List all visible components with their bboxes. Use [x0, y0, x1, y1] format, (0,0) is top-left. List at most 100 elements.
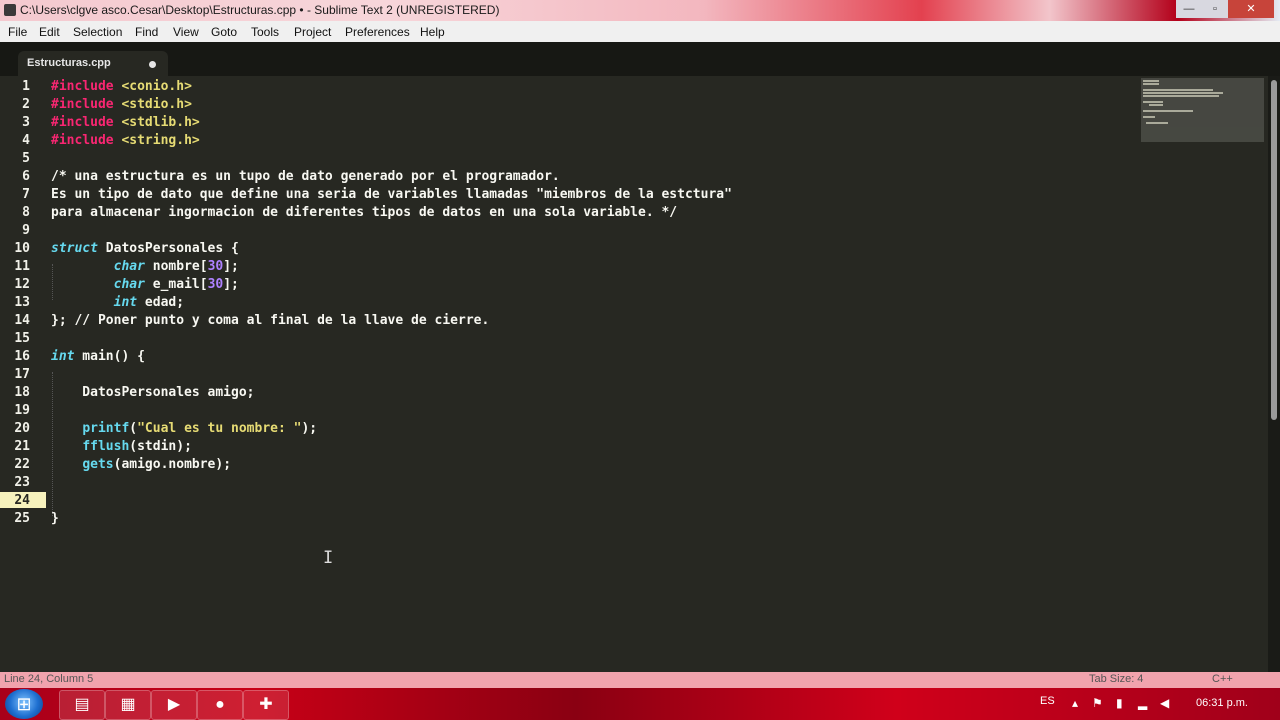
tray-arrow-icon[interactable]: ▴ [1072, 696, 1078, 710]
text-cursor-icon: I [323, 548, 334, 568]
menu-edit[interactable]: Edit [39, 25, 60, 39]
minimap-line [1143, 101, 1163, 103]
code-token: char [113, 259, 145, 274]
code-line[interactable]: #include <stdio.h> [51, 97, 192, 112]
minimap-line [1143, 110, 1193, 112]
code-token: #include [51, 115, 122, 130]
minimap-line [1143, 80, 1159, 82]
code-token: /* una estructura es un tupo de dato gen… [51, 169, 560, 184]
minimize-button[interactable]: — [1176, 0, 1202, 18]
tab-size-selector[interactable]: Tab Size: 4 [1089, 673, 1143, 685]
line-number: 3 [22, 115, 30, 130]
code-line[interactable]: char nombre[30]; [51, 259, 239, 274]
volume-icon[interactable]: ◀ [1160, 696, 1169, 710]
code-line[interactable]: int main() { [51, 349, 145, 364]
line-number: 23 [14, 475, 30, 490]
menu-preferences[interactable]: Preferences [345, 25, 410, 39]
code-token: ]; [223, 277, 239, 292]
menu-bar: File Edit Selection Find View Goto Tools… [0, 21, 1280, 42]
code-token: para almacenar ingormacion de diferentes… [51, 205, 678, 220]
menu-help[interactable]: Help [420, 25, 445, 39]
line-number: 19 [14, 403, 30, 418]
minimap-line [1146, 122, 1168, 124]
title-bar: C:\Users\clgve asco.Cesar\Desktop\Estruc… [0, 0, 1280, 21]
line-number: 14 [14, 313, 30, 328]
tab-bar: Estructuras.cpp [0, 42, 1280, 76]
code-token: "Cual es tu nombre: " [137, 421, 302, 436]
code-token: char [113, 277, 145, 292]
camtasia-app[interactable]: ✚ [243, 690, 289, 720]
code-line[interactable]: struct DatosPersonales { [51, 241, 239, 256]
line-number: 20 [14, 421, 30, 436]
modified-dot-icon[interactable] [149, 61, 156, 68]
code-line[interactable]: gets(amigo.nombre); [51, 457, 231, 472]
line-number: 11 [14, 259, 30, 274]
code-token: (stdin); [129, 439, 192, 454]
menu-tools[interactable]: Tools [251, 25, 279, 39]
status-bar: Line 24, Column 5 Tab Size: 4 C++ [0, 672, 1280, 688]
code-token: ); [301, 421, 318, 436]
code-line[interactable]: para almacenar ingormacion de diferentes… [51, 205, 677, 220]
code-line[interactable]: }; // Poner punto y coma al final de la … [51, 313, 489, 328]
code-line[interactable]: int edad; [51, 295, 184, 310]
code-line[interactable]: /* una estructura es un tupo de dato gen… [51, 169, 560, 184]
line-number: 7 [22, 187, 30, 202]
line-number: 17 [14, 367, 30, 382]
start-button[interactable]: ⊞ [5, 689, 43, 719]
menu-file[interactable]: File [8, 25, 27, 39]
code-token: int [113, 295, 138, 310]
code-token: #include [51, 97, 122, 112]
firefox-app[interactable]: ● [197, 690, 243, 720]
menu-view[interactable]: View [173, 25, 199, 39]
menu-find[interactable]: Find [135, 25, 158, 39]
line-number: 1 [22, 79, 30, 94]
code-line[interactable]: printf("Cual es tu nombre: "); [51, 421, 317, 436]
code-token: ]; [223, 259, 239, 274]
flag-icon[interactable]: ⚑ [1092, 696, 1103, 710]
media-player-app[interactable]: ▶ [151, 690, 197, 720]
menu-selection[interactable]: Selection [73, 25, 122, 39]
clock[interactable]: 06:31 p.m. [1196, 697, 1248, 709]
code-token: <stdlib.h> [121, 115, 200, 130]
battery-icon[interactable]: ▮ [1116, 696, 1123, 710]
code-token: gets [82, 457, 114, 472]
scrollbar-thumb[interactable] [1271, 80, 1277, 420]
code-token: Es un tipo de dato que define una seria … [51, 187, 732, 202]
network-icon[interactable]: ▂ [1138, 696, 1147, 710]
cursor-position: Line 24, Column 5 [4, 673, 94, 685]
close-button[interactable]: ✕ [1228, 0, 1274, 18]
vertical-scrollbar[interactable] [1268, 76, 1280, 672]
minimap-line [1143, 116, 1155, 118]
menu-project[interactable]: Project [294, 25, 331, 39]
maximize-button[interactable]: ▫ [1202, 0, 1228, 18]
line-number: 8 [22, 205, 30, 220]
code-token: int [51, 349, 75, 364]
code-line[interactable]: #include <string.h> [51, 133, 200, 148]
code-line[interactable]: char e_mail[30]; [51, 277, 239, 292]
code-line[interactable]: Es un tipo de dato que define una seria … [51, 187, 732, 202]
line-number-gutter: 1 2 3 4 5 6 7 8 9 10 11 12 13 14 15 16 17 18 19 20 21 22 23 24 2… [0, 76, 44, 672]
code-line[interactable]: DatosPersonales amigo; [51, 385, 254, 400]
code-token: } [51, 511, 59, 526]
sublime-text-app[interactable]: ▤ [59, 690, 105, 720]
code-line[interactable]: #include <stdlib.h> [51, 115, 200, 130]
code-editor[interactable]: 1 2 3 4 5 6 7 8 9 10 11 12 13 14 15 16 17 18 19 20 21 22 23 24 2… [0, 76, 1268, 672]
menu-goto[interactable]: Goto [211, 25, 237, 39]
minimap[interactable] [1141, 78, 1264, 142]
line-number: 10 [14, 241, 30, 256]
line-number: 6 [22, 169, 30, 184]
file-explorer-app[interactable]: ▦ [105, 690, 151, 720]
line-number: 15 [14, 331, 30, 346]
code-line[interactable]: } [51, 511, 59, 526]
line-number: 16 [14, 349, 30, 364]
code-token: }; // Poner punto y coma al final de la … [51, 313, 490, 328]
tab-estructuras-cpp[interactable]: Estructuras.cpp [18, 51, 168, 76]
code-line[interactable]: #include <conio.h> [51, 79, 192, 94]
language-indicator[interactable]: ES [1040, 695, 1055, 707]
code-token: <string.h> [121, 133, 200, 148]
syntax-selector[interactable]: C++ [1212, 673, 1233, 685]
line-number: 12 [14, 277, 30, 292]
code-line[interactable]: fflush(stdin); [51, 439, 192, 454]
